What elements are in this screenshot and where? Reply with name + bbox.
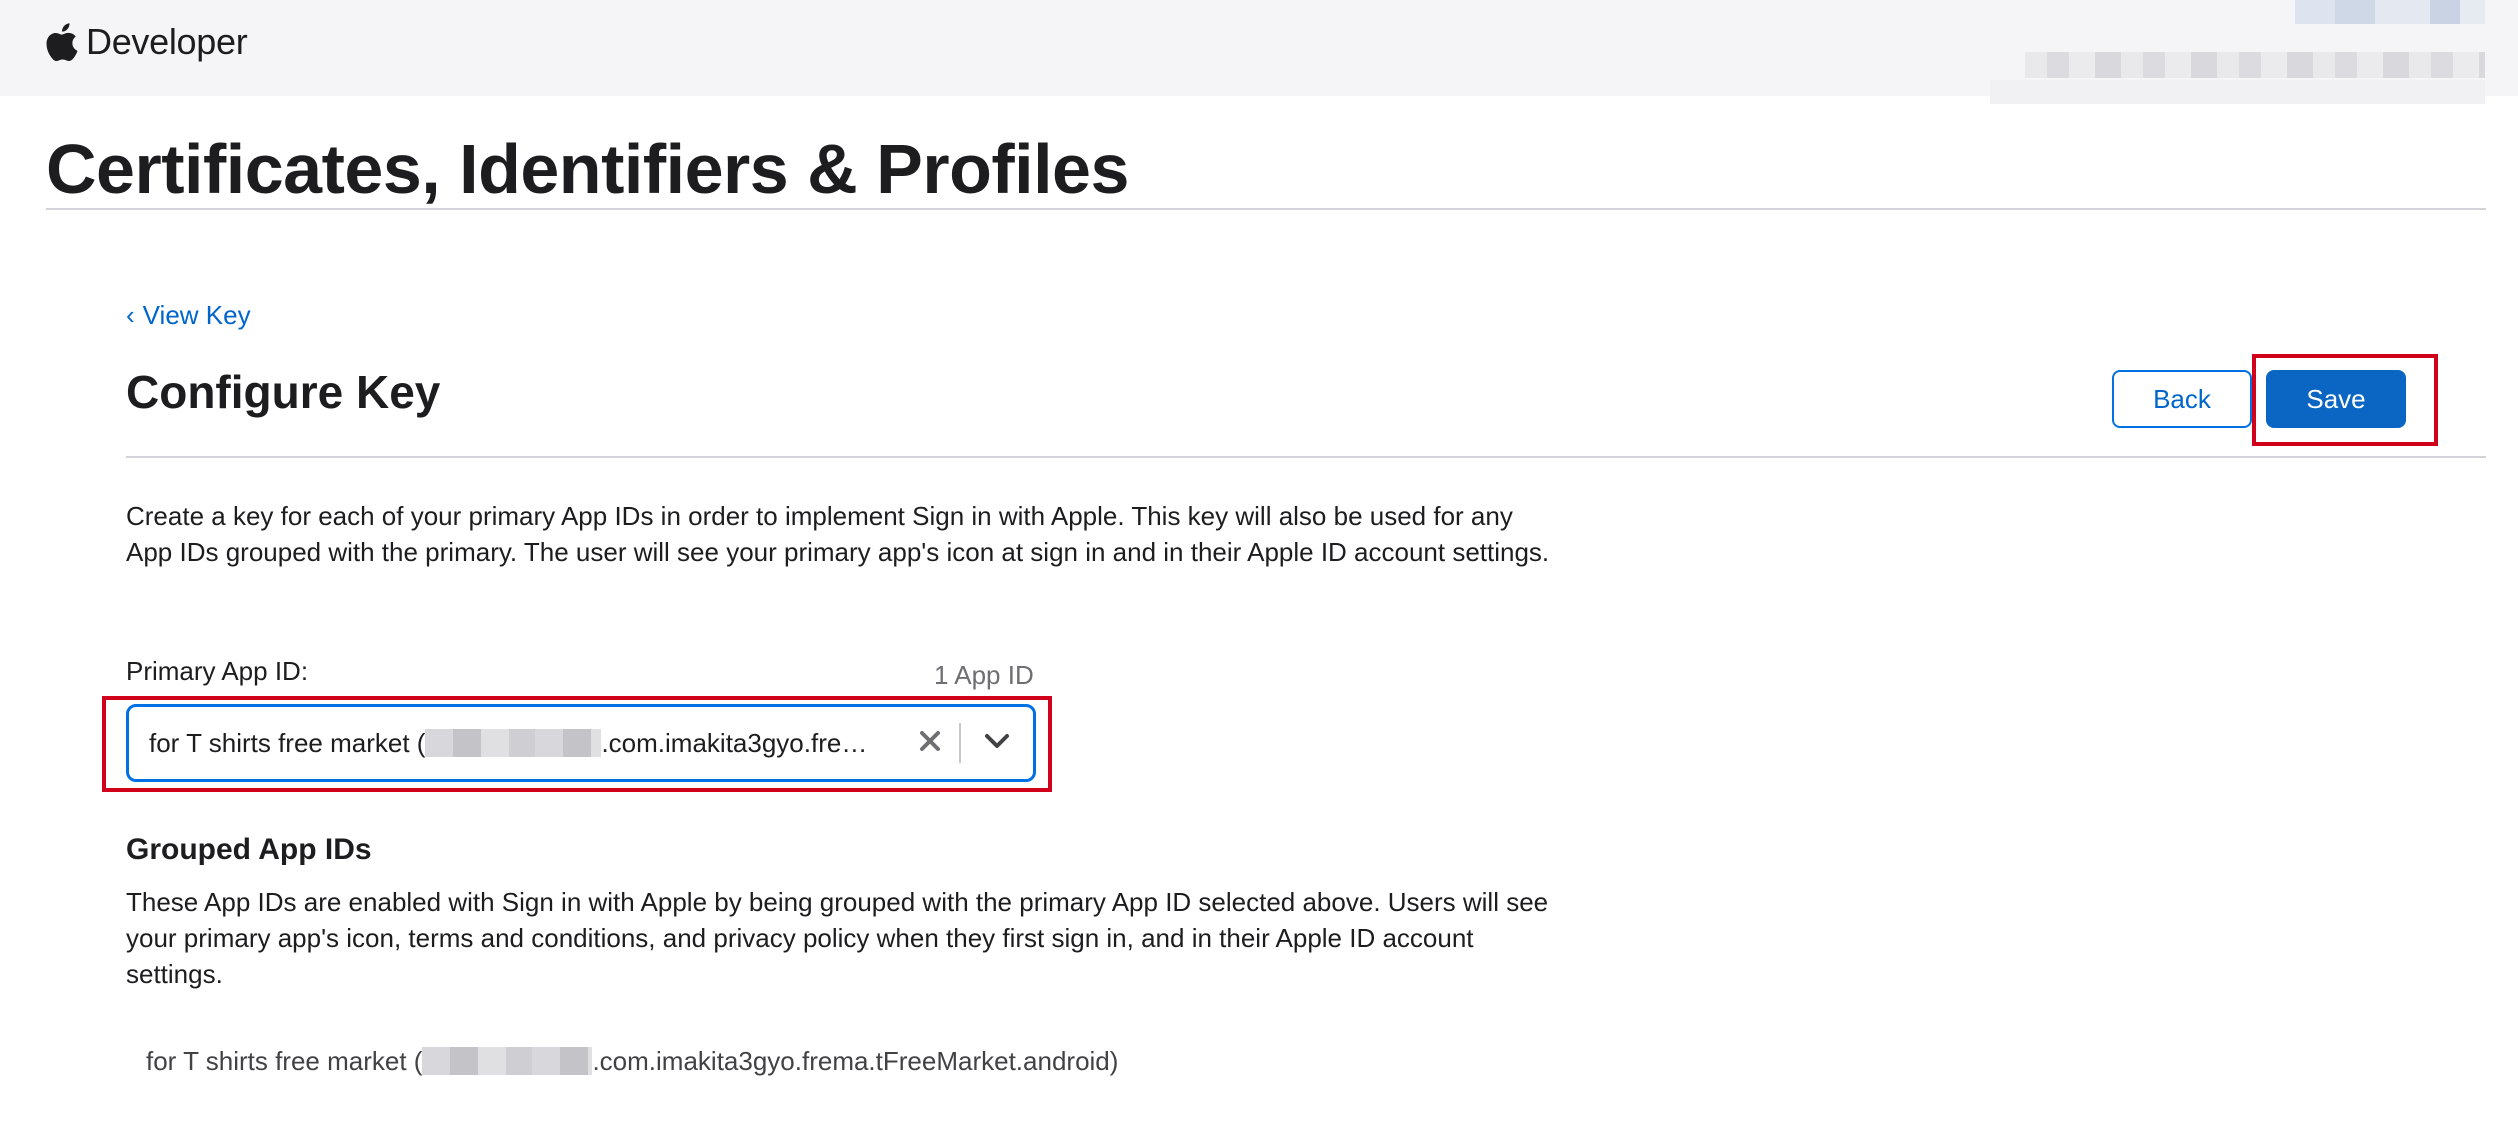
grouped-app-ids-description: These App IDs are enabled with Sign in w…	[126, 887, 1549, 989]
selected-app-id-prefix: for T shirts free market (	[149, 727, 426, 758]
developer-home-link[interactable]: Developer	[46, 18, 248, 66]
account-menu-redacted[interactable]	[2025, 52, 2485, 78]
grouped-app-id-suffix: .com.imakita3gyo.frema.tFreeMarket.andro…	[592, 1046, 1119, 1076]
save-button[interactable]: Save	[2266, 370, 2406, 428]
redacted-team-id	[422, 1047, 593, 1075]
primary-app-id-select[interactable]: for T shirts free market ( .com.imakita3g…	[126, 704, 1036, 782]
section-title: Configure Key	[126, 366, 441, 418]
configure-key-description: Create a key for each of your primary Ap…	[126, 501, 1550, 567]
redacted-team-id	[425, 729, 602, 757]
title-divider	[46, 208, 2486, 210]
dropdown-toggle-button[interactable]	[961, 714, 1033, 772]
redacted-region	[2295, 0, 2485, 24]
back-button[interactable]: Back	[2112, 370, 2252, 428]
clear-selection-button[interactable]	[901, 714, 959, 772]
view-key-label: View Key	[142, 300, 251, 330]
chevron-left-icon: ‹	[126, 300, 135, 330]
app-id-count: 1 App ID	[934, 660, 1034, 690]
selected-app-id-suffix: .com.imakita3gyo.fre…	[601, 727, 868, 758]
apple-logo-icon	[46, 23, 78, 61]
grouped-app-ids-title: Grouped App IDs	[126, 833, 372, 866]
grouped-app-id-item: for T shirts free market ( .com.imakita3g…	[146, 1044, 1118, 1078]
view-key-link[interactable]: ‹ View Key	[126, 299, 251, 331]
section-divider	[126, 456, 2486, 458]
brand-name: Developer	[86, 21, 248, 62]
selected-app-id[interactable]: for T shirts free market ( .com.imakita3g…	[129, 728, 901, 759]
close-icon	[919, 730, 941, 757]
primary-app-id-label: Primary App ID:	[126, 656, 309, 686]
grouped-app-id-prefix: for T shirts free market (	[146, 1046, 423, 1076]
redacted-region	[1990, 80, 2485, 104]
page-title: Certificates, Identifiers & Profiles	[46, 130, 1129, 208]
chevron-down-icon	[984, 733, 1010, 754]
